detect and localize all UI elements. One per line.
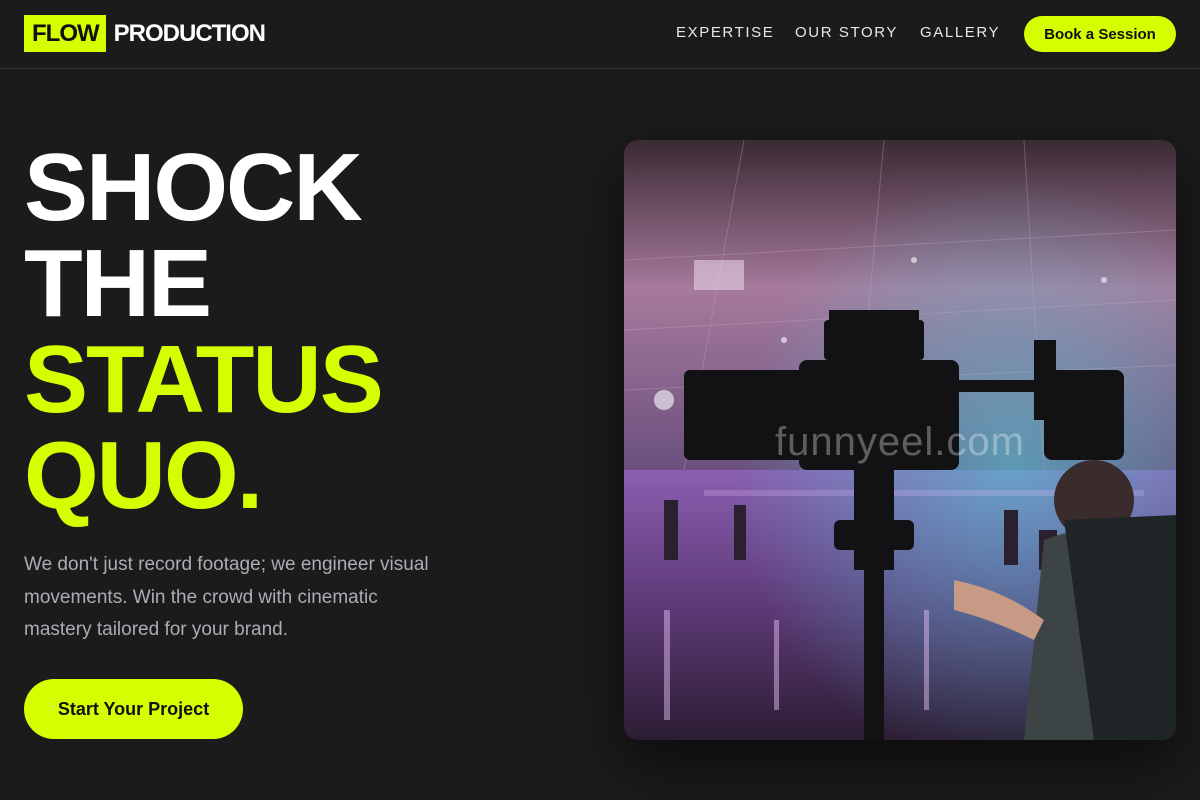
logo-box: FLOW xyxy=(24,15,106,52)
nav-link-expertise[interactable]: EXPERTISE xyxy=(676,24,774,41)
logo-word: PRODUCTION xyxy=(113,19,266,47)
start-project-button[interactable]: Start Your Project xyxy=(24,679,243,739)
hero-title-line-4: QUO. xyxy=(24,422,263,529)
hero-title-line-2: THE xyxy=(24,230,212,337)
logo[interactable]: FLOW PRODUCTION xyxy=(24,15,266,52)
hero-photo: funnyeel.com xyxy=(624,140,1176,740)
book-session-button[interactable]: Book a Session xyxy=(1024,16,1176,52)
hero-title: SHOCK THE STATUS QUO. xyxy=(24,134,384,529)
hero-subtitle: We don't just record footage; we enginee… xyxy=(24,554,429,640)
hero-title-line-1: SHOCK xyxy=(24,134,363,241)
image-watermark: funnyeel.com xyxy=(775,420,1025,464)
site-header: FLOW PRODUCTION EXPERTISE OUR STORY GALL… xyxy=(0,0,1200,69)
nav-link-gallery[interactable]: GALLERY xyxy=(920,24,1000,41)
nav-link-our-story[interactable]: OUR STORY xyxy=(795,24,898,41)
hero-title-line-3: STATUS xyxy=(24,326,384,433)
